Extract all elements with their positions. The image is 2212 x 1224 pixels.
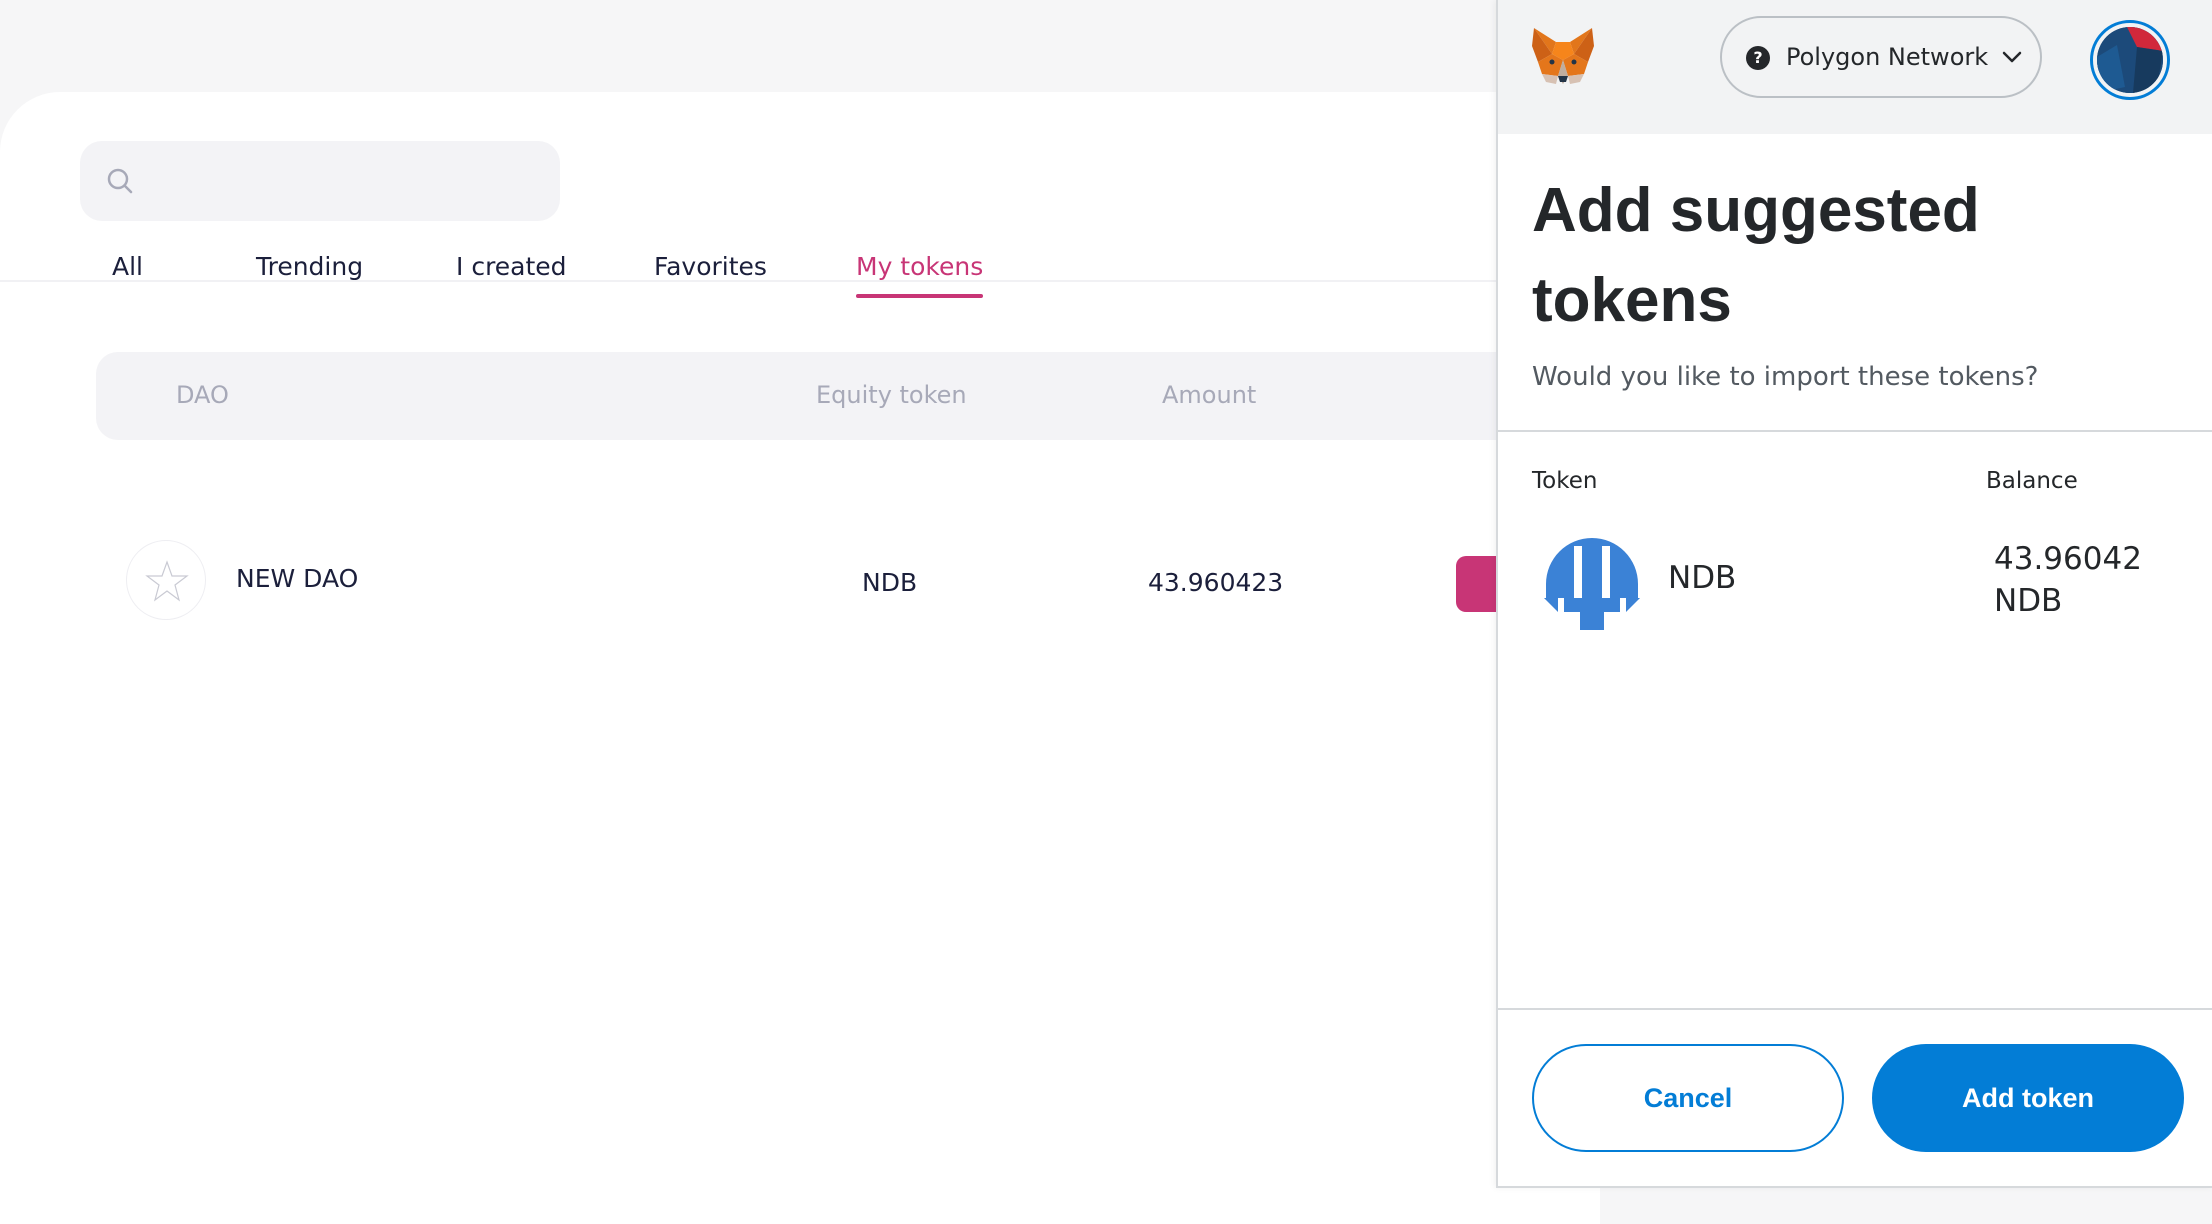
tab-my-tokens[interactable]: My tokens [856,252,984,298]
network-selector[interactable]: ? Polygon Network [1720,16,2042,98]
amount-value: 43.960423 [1148,568,1284,597]
token-balance-value: 43.96042 [1994,541,2142,577]
footer-divider [1498,1008,2212,1010]
token-symbol: NDB [1668,560,1737,596]
jazzicon [2097,27,2163,93]
table-row[interactable]: NEW DAO NDB 43.960423 [96,540,1600,624]
column-header-token: Token [1532,468,1598,494]
table-header: DAO Equity token Amount [96,352,1600,440]
column-header-amount: Amount [1162,381,1257,409]
dao-name: NEW DAO [236,564,359,593]
tab-trending[interactable]: Trending [256,252,363,281]
metamask-fox-logo [1532,28,1594,84]
search-icon [107,168,133,194]
equity-token-value: NDB [862,568,918,597]
question-mark-icon: ? [1746,46,1770,70]
column-header-equity-token: Equity token [816,381,967,409]
section-divider [1498,430,2212,432]
app-main-card [0,92,1600,1224]
add-token-button[interactable]: Add token [1872,1044,2184,1152]
header-divider [0,280,1600,282]
dao-avatar [126,540,206,620]
metamask-header: ? Polygon Network [1498,0,2212,134]
ndb-token-icon [1544,538,1640,630]
tab-favorites[interactable]: Favorites [654,252,767,281]
jazzicon-graphic [2097,27,2163,93]
tab-all[interactable]: All [112,252,143,281]
network-label: Polygon Network [1786,43,1989,71]
cancel-button[interactable]: Cancel [1532,1044,1844,1152]
active-tab-indicator [856,294,984,298]
tab-i-created[interactable]: I created [456,252,567,281]
search-input[interactable] [80,141,560,221]
column-header-balance: Balance [1986,468,2078,494]
account-avatar[interactable] [2090,20,2170,100]
star-icon [145,560,189,602]
column-header-dao: DAO [176,381,229,409]
token-balance-unit: NDB [1994,583,2063,619]
metamask-popup: ? Polygon Network Add suggested tokens W… [1496,0,2212,1188]
tab-my-tokens-label: My tokens [856,252,984,281]
chevron-down-icon [2002,51,2022,63]
token-balance: 43.96042 NDB [1994,538,2142,622]
page-title: Add suggested tokens [1532,176,1980,335]
page-subtitle: Would you like to import these tokens? [1532,362,2039,392]
